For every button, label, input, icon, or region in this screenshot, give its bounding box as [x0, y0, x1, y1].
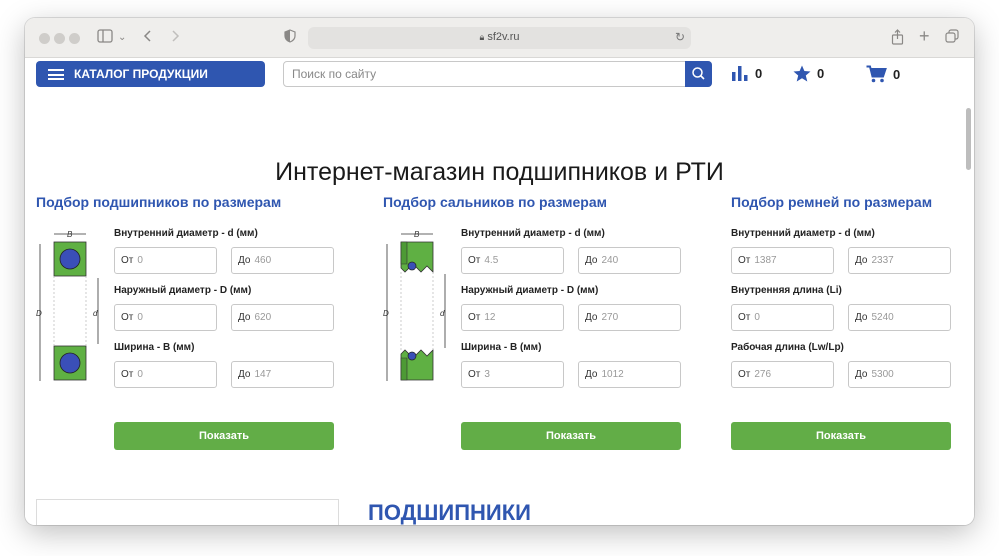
bearing-selector-title: Подбор подшипников по размерам: [36, 194, 282, 210]
back-icon[interactable]: [143, 29, 153, 48]
outer-diameter-from-input[interactable]: От 0: [114, 304, 217, 331]
diagram-label-b: B: [67, 230, 73, 239]
close-window-icon[interactable]: [39, 33, 50, 44]
sidebar-card: [36, 499, 339, 525]
belt-selector: Подбор ремней по размерам Внутренний диа…: [731, 194, 974, 454]
width-from-input[interactable]: От 3: [461, 361, 564, 388]
inner-diameter-to-input[interactable]: До 2337: [848, 247, 951, 274]
shield-icon[interactable]: [284, 29, 296, 48]
inner-length-from-input[interactable]: От 0: [731, 304, 834, 331]
diagram-label-d-outer: D: [383, 309, 389, 318]
field-label: Наружный диаметр - D (мм): [114, 285, 252, 296]
browser-window: ⌄ 🔒︎ sf2v.ru ↻ + КАТАЛОГ ПРОДУКЦИИ Поиск…: [25, 18, 974, 525]
url-text: 🔒︎ sf2v.ru: [479, 31, 520, 43]
scrollbar[interactable]: [966, 108, 971, 170]
outer-diameter-to-input[interactable]: До 270: [578, 304, 681, 331]
catalog-button[interactable]: КАТАЛОГ ПРОДУКЦИИ: [36, 61, 265, 87]
minimize-window-icon[interactable]: [54, 33, 65, 44]
show-seals-button[interactable]: Показать: [461, 422, 681, 450]
new-tab-icon[interactable]: +: [919, 27, 930, 45]
inner-diameter-to-input[interactable]: До 460: [231, 247, 334, 274]
browser-toolbar: ⌄ 🔒︎ sf2v.ru ↻ +: [25, 18, 974, 58]
outer-diameter-to-input[interactable]: До 620: [231, 304, 334, 331]
diagram-label-d-inner: d: [440, 309, 445, 318]
diagram-label-d-outer: D: [36, 309, 42, 318]
page-content: КАТАЛОГ ПРОДУКЦИИ 0 0 0 Интернет-магазин…: [25, 58, 974, 525]
width-to-input[interactable]: До 147: [231, 361, 334, 388]
search-button[interactable]: [685, 61, 712, 87]
sidebar-icon[interactable]: [97, 29, 113, 48]
inner-length-to-input[interactable]: До 5240: [848, 304, 951, 331]
diagram-label-b: B: [414, 230, 420, 239]
diagram-label-d-inner: d: [93, 309, 98, 318]
cart-icon: [866, 65, 887, 83]
compare-icon: [732, 66, 748, 81]
field-label: Внутренний диаметр - d (мм): [461, 228, 605, 239]
field-label: Ширина - B (мм): [114, 342, 195, 353]
field-label: Внутренний диаметр - d (мм): [731, 228, 875, 239]
width-from-input[interactable]: От 0: [114, 361, 217, 388]
inner-diameter-from-input[interactable]: От 0: [114, 247, 217, 274]
compare-link[interactable]: 0: [731, 65, 762, 81]
search-input[interactable]: [284, 62, 684, 86]
field-label: Внутренняя длина (Li): [731, 285, 842, 296]
compare-count: 0: [755, 65, 763, 81]
cart-link[interactable]: 0: [866, 65, 900, 83]
search-box: [283, 61, 712, 87]
section-heading: ПОДШИПНИКИ: [368, 500, 531, 525]
share-icon[interactable]: [891, 29, 904, 50]
favorites-link[interactable]: 0: [793, 65, 824, 82]
show-bearings-button[interactable]: Показать: [114, 422, 334, 450]
page-title: Интернет-магазин подшипников и РТИ: [275, 158, 724, 186]
zoom-window-icon[interactable]: [69, 33, 80, 44]
tabs-icon[interactable]: [945, 29, 959, 48]
address-bar[interactable]: 🔒︎ sf2v.ru ↻: [308, 27, 691, 49]
menu-icon: [48, 69, 64, 80]
belt-selector-title: Подбор ремней по размерам: [731, 194, 933, 210]
show-belts-button[interactable]: Показать: [731, 422, 951, 450]
outer-diameter-from-input[interactable]: От 12: [461, 304, 564, 331]
cart-count: 0: [893, 66, 901, 82]
chevron-down-icon[interactable]: ⌄: [118, 29, 126, 47]
bearing-selector: Подбор подшипников по размерам B D d Вну…: [36, 194, 354, 454]
field-label: Внутренний диаметр - d (мм): [114, 228, 258, 239]
inner-diameter-from-input[interactable]: От 4.5: [461, 247, 564, 274]
field-label: Рабочая длина (Lw/Lp): [731, 342, 844, 353]
favorites-count: 0: [817, 66, 825, 81]
inner-diameter-from-input[interactable]: От 1387: [731, 247, 834, 274]
forward-icon[interactable]: [170, 29, 180, 48]
reload-icon[interactable]: ↻: [675, 30, 685, 44]
working-length-to-input[interactable]: До 5300: [848, 361, 951, 388]
seal-selector-title: Подбор сальников по размерам: [383, 194, 607, 210]
lock-icon: 🔒︎: [479, 32, 485, 42]
seal-selector: Подбор сальников по размерам B D d Внутр…: [383, 194, 701, 454]
catalog-button-label: КАТАЛОГ ПРОДУКЦИИ: [74, 67, 208, 81]
field-label: Ширина - B (мм): [461, 342, 542, 353]
star-icon: [793, 65, 811, 82]
seal-diagram: B D d: [383, 230, 446, 381]
bearing-diagram: B D d: [36, 230, 99, 381]
inner-diameter-to-input[interactable]: До 240: [578, 247, 681, 274]
working-length-from-input[interactable]: От 276: [731, 361, 834, 388]
search-icon: [692, 67, 705, 80]
width-to-input[interactable]: До 1012: [578, 361, 681, 388]
field-label: Наружный диаметр - D (мм): [461, 285, 599, 296]
